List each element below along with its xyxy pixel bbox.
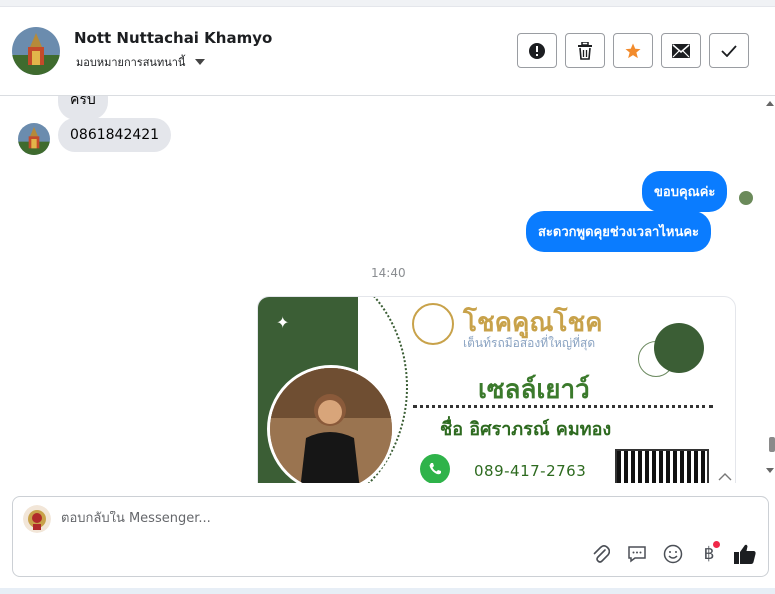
mail-button[interactable] xyxy=(661,33,701,68)
messenger-conversation-view: Nott Nuttachai Khamyo มอบหมายการสนทนานี้ xyxy=(0,0,775,594)
reply-input[interactable] xyxy=(61,511,561,526)
assign-conversation-dropdown[interactable]: มอบหมายการสนทนานี้ xyxy=(76,53,206,71)
payment-button[interactable]: ฿ xyxy=(698,541,720,565)
check-icon xyxy=(721,44,737,57)
scrollbar-thumb[interactable] xyxy=(769,437,775,452)
thumbs-up-icon xyxy=(734,544,756,564)
top-divider xyxy=(0,0,775,7)
page-avatar xyxy=(23,505,51,533)
paperclip-icon xyxy=(593,544,610,563)
emoji-button[interactable] xyxy=(662,543,684,565)
read-receipt-avatar xyxy=(739,191,753,205)
message-bubble-incoming[interactable]: ครับ xyxy=(58,96,108,120)
attach-button[interactable] xyxy=(590,543,612,565)
message-bubble-incoming[interactable]: 0861842421 xyxy=(58,118,172,152)
reply-composer: ฿ xyxy=(12,496,769,577)
sparkle-icon: ✦ xyxy=(276,313,290,332)
baht-icon: ฿ xyxy=(703,544,715,564)
card-person-name: ชื่อ อิศราภรณ์ คมทอง xyxy=(440,419,612,440)
contact-avatar-small xyxy=(18,123,50,155)
phone-icon xyxy=(420,454,450,483)
card-phone-number: 089-417-2763 xyxy=(474,462,587,480)
assign-label: มอบหมายการสนทนานี้ xyxy=(76,56,186,69)
bottom-bar xyxy=(0,588,775,594)
scroll-down-arrow[interactable] xyxy=(766,468,774,473)
conversation-header: Nott Nuttachai Khamyo มอบหมายการสนทนานี้ xyxy=(0,7,775,96)
business-card-image[interactable]: ✦ โชคคูณโชค เต็นท์รถมือสองที่ใหญ่ที่สุด … xyxy=(257,296,736,483)
contact-name[interactable]: Nott Nuttachai Khamyo xyxy=(74,29,272,47)
chevron-up-icon[interactable] xyxy=(718,471,732,481)
chat-bubble-icon xyxy=(628,546,646,563)
star-button[interactable] xyxy=(613,33,653,68)
star-icon xyxy=(625,43,641,58)
delete-button[interactable] xyxy=(565,33,605,68)
header-actions xyxy=(517,33,749,68)
qr-code-icon xyxy=(615,449,709,483)
message-bubble-outgoing[interactable]: ขอบคุณค่ะ xyxy=(642,171,728,212)
smiley-icon xyxy=(663,544,683,564)
like-button[interactable] xyxy=(734,543,756,565)
card-tagline: เต็นท์รถมือสองที่ใหญ่ที่สุด xyxy=(463,336,596,350)
trash-icon xyxy=(578,41,592,60)
card-dotted-divider xyxy=(413,405,713,408)
report-icon xyxy=(529,42,545,59)
saved-replies-button[interactable] xyxy=(626,543,648,565)
card-decor-circle xyxy=(654,323,704,373)
message-thread[interactable]: ครับ 0861842421 ขอบคุณค่ะ สะดวกพูดคุยช่ว… xyxy=(0,96,775,483)
message-timestamp: 14:40 xyxy=(371,266,406,280)
chevron-down-icon xyxy=(195,59,206,65)
report-button[interactable] xyxy=(517,33,557,68)
card-person-photo xyxy=(267,365,395,483)
message-bubble-outgoing[interactable]: สะดวกพูดคุยช่วงเวลาไหนคะ xyxy=(526,211,712,252)
mail-icon xyxy=(672,43,690,58)
notification-dot xyxy=(713,541,720,548)
mark-done-button[interactable] xyxy=(709,33,749,68)
composer-tools: ฿ xyxy=(590,541,756,565)
scroll-up-arrow[interactable] xyxy=(766,101,774,106)
contact-avatar[interactable] xyxy=(12,27,60,75)
card-brand-logo xyxy=(412,303,454,345)
card-role: เซลล์เยาว์ xyxy=(478,375,590,405)
